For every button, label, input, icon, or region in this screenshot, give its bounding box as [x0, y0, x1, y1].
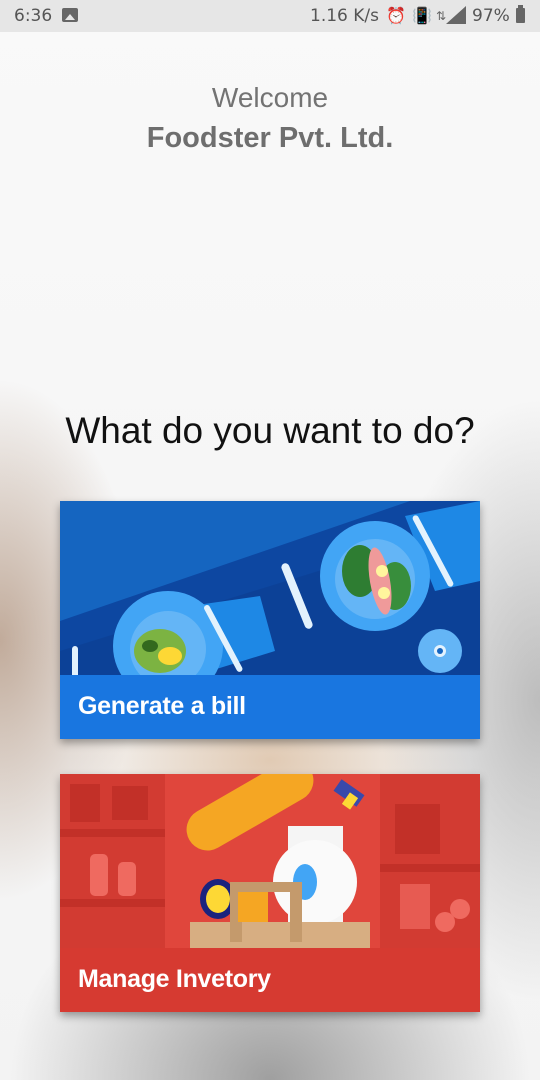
prompt-question: What do you want to do?	[65, 410, 475, 451]
image-icon	[62, 8, 78, 22]
manage-inventory-label-bar: Manage Invetory	[60, 948, 480, 1012]
battery-percent: 97%	[472, 6, 510, 26]
manage-inventory-label: Manage Invetory	[78, 965, 271, 993]
status-bar: 6:36 1.16 K/s ⏰ 📳 ⇅ 97%	[0, 0, 540, 32]
generate-bill-card[interactable]: Generate a bill	[60, 501, 480, 739]
network-speed: 1.16 K/s	[310, 6, 379, 26]
vibrate-icon: 📳	[412, 6, 432, 25]
generate-bill-label: Generate a bill	[78, 692, 246, 720]
status-time: 6:36	[14, 6, 53, 26]
signal-4g-icon	[446, 6, 466, 28]
battery-icon	[516, 5, 525, 23]
alarm-icon: ⏰	[386, 6, 406, 25]
data-arrows-icon: ⇅	[436, 9, 447, 23]
welcome-text: Welcome	[211, 82, 329, 113]
company-name: Foodster Pvt. Ltd.	[146, 122, 394, 154]
manage-inventory-card[interactable]: Manage Invetory	[60, 774, 480, 1012]
generate-bill-label-bar: Generate a bill	[60, 675, 480, 739]
